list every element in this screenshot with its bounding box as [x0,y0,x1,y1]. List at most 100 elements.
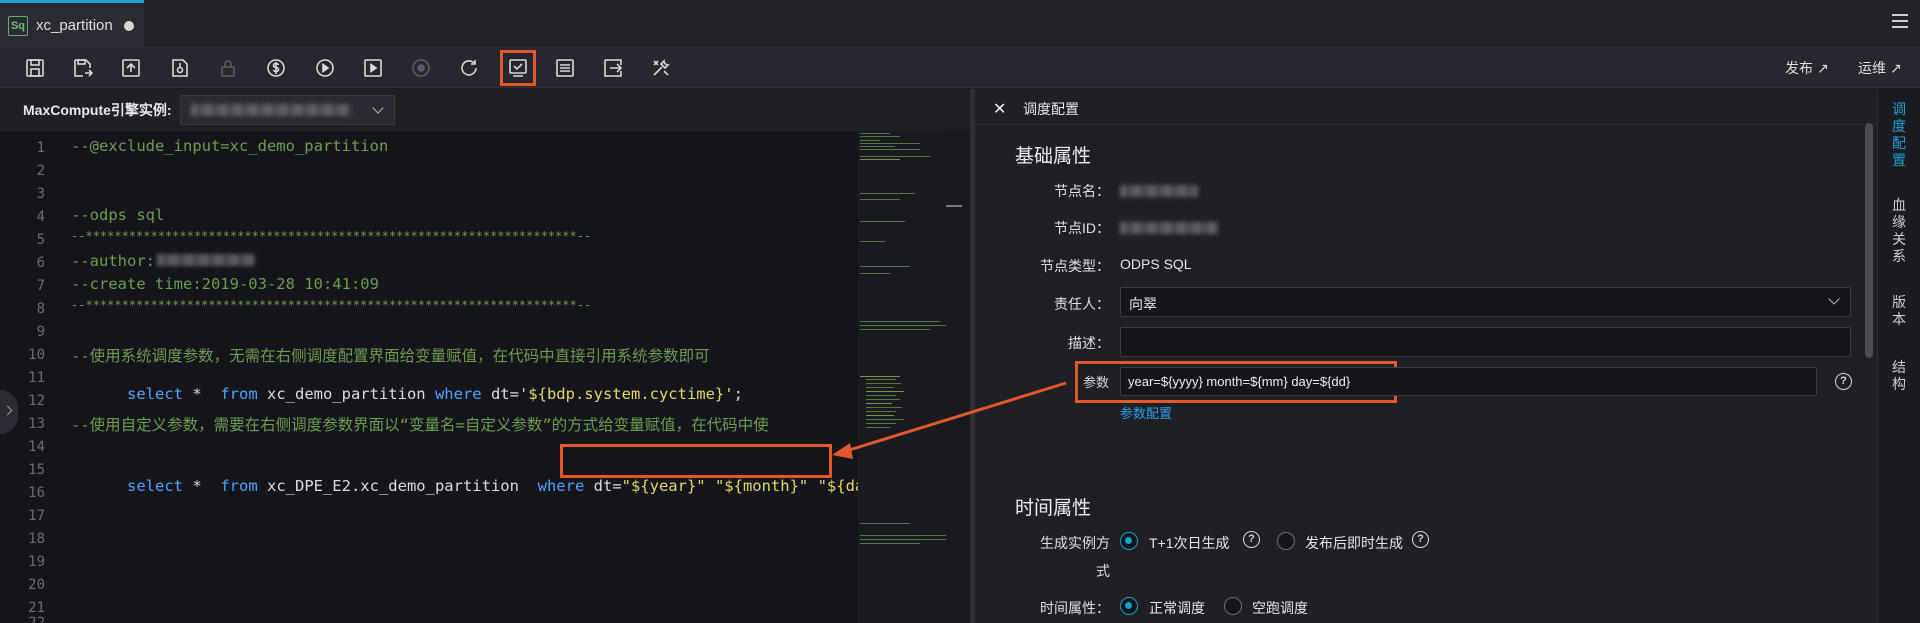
radio-immediate[interactable] [1277,532,1295,550]
ops-button[interactable]: 运维 ↗ [1858,58,1902,78]
external-link-icon: ↗ [1817,59,1829,76]
owner-select[interactable]: 向翠 [1120,287,1851,317]
line-number: 20 [28,577,45,593]
unsaved-dot-icon[interactable] [123,20,134,31]
node-id-label: 节点ID： [1054,220,1110,236]
engine-bar: MaxCompute引擎实例: [0,89,970,131]
tab-bar: Sq xc_partition [0,0,1920,48]
schedule-config-icon[interactable] [500,50,536,86]
sql-file-icon: Sq [8,15,28,36]
reload-icon[interactable] [457,56,481,80]
publish-button[interactable]: 发布 ↗ [1785,58,1829,78]
help-icon[interactable]: ? [1835,373,1852,390]
side-tab-version[interactable]: 版本 [1890,294,1908,328]
tools-icon[interactable] [649,56,673,80]
minimap[interactable] [858,131,946,623]
description-input[interactable] [1120,327,1851,357]
radio-dry-run[interactable] [1224,597,1242,615]
run-icon[interactable] [313,56,337,80]
immediate-label: 发布后即时生成 [1305,535,1403,551]
line-number: 7 [36,278,45,294]
time-section-title: 时间属性 [1015,498,1092,519]
time-attr-label: 时间属性： [1040,600,1110,616]
instance-gen-label: 生成实例方 [1040,535,1110,551]
file-tab[interactable]: Sq xc_partition [0,0,144,48]
code-line-1: --@exclude_input=xc_demo_partition [71,137,389,155]
chevron-down-icon [1828,293,1840,305]
toolbar: 发布 ↗ 运维 ↗ [0,48,1920,88]
code-line-6: --author: [71,252,255,270]
line-number: 10 [28,347,45,363]
panel-scrollbar[interactable] [1865,123,1873,358]
sql-text: dt= [584,477,622,495]
panel-title: 调度配置 [1023,101,1079,117]
save-icon[interactable] [23,56,47,80]
line-number: 18 [28,531,45,547]
close-icon[interactable]: ✕ [993,99,1006,119]
line-number: 2 [36,163,45,179]
save-as-icon[interactable] [71,56,95,80]
param-label: 参数 [1083,375,1110,390]
format-icon[interactable] [553,56,577,80]
line-number: 14 [28,439,45,455]
help-icon[interactable]: ? [1243,531,1260,548]
line-number: 4 [36,209,45,225]
side-tabs: 调度配置 血缘关系 版本 结构 [1877,89,1920,623]
basic-section-title: 基础属性 [1015,146,1092,167]
node-type-label: 节点类型： [1040,258,1110,274]
publish-label: 发布 [1785,60,1813,76]
menu-icon[interactable] [1892,14,1908,28]
description-label: 描述： [1068,335,1110,351]
sql-keyword: from [220,385,258,403]
engine-instance-select[interactable] [180,95,395,125]
engine-label: MaxCompute引擎实例: [23,102,172,118]
owner-value: 向翠 [1129,296,1157,312]
sql-keyword: select [127,385,183,403]
line-number: 1 [36,140,45,156]
code-editor[interactable]: 1 2 3 4 5 6 7 8 9 10 11 12 13 14 15 16 1… [0,131,970,623]
instance-gen-label-cont: 式 [1096,563,1110,579]
side-tab-schedule-config[interactable]: 调度配置 [1890,101,1908,169]
line-number: 19 [28,554,45,570]
help-icon[interactable]: ? [1412,531,1429,548]
editor-scrollbar[interactable] [946,131,970,623]
line-number: 15 [28,462,45,478]
submit-icon[interactable] [119,56,143,80]
sql-text: * [183,385,221,403]
sql-text: * [183,477,221,495]
sql-keyword: where [537,477,585,495]
sql-text: xc_demo_partition [257,385,435,403]
sql-text: xc_DPE_E2.xc_demo_partition [257,477,538,495]
external-link-icon: ↗ [1890,59,1902,76]
line-number: 11 [28,370,45,386]
radio-normal-schedule[interactable] [1120,597,1138,615]
chevron-down-icon [372,102,384,114]
file-tab-label: xc_partition [36,17,113,34]
author-prefix: --author: [71,252,155,270]
radio-t1-next-day[interactable] [1120,532,1138,550]
normal-schedule-label: 正常调度 [1149,600,1205,616]
ops-label: 运维 [1858,60,1886,76]
side-tab-structure[interactable]: 结构 [1890,359,1908,393]
panel-header: ✕ 调度配置 [975,89,1877,125]
publish-node-icon[interactable] [601,56,625,80]
cost-estimate-icon[interactable] [264,56,288,80]
line-number: 16 [28,485,45,501]
line-number: 22 [28,615,45,623]
code-line-10: --使用系统调度参数，无需在右侧调度配置界面给变量赋值，在代码中直接引用系统参数… [71,347,710,365]
param-config-link[interactable]: 参数配置 [1120,403,1172,422]
line-number: 5 [36,232,45,248]
code-line-4: --odps sql [71,206,165,224]
schedule-config-panel: ✕ 调度配置 基础属性 节点名： 节点ID： 节点类型： ODPS SQL 责任… [975,89,1877,623]
line-number: 8 [36,301,45,317]
line-number-gutter: 1 2 3 4 5 6 7 8 9 10 11 12 13 14 15 16 1… [0,131,70,623]
node-type-value: ODPS SQL [1120,256,1192,272]
sql-string: '${bdp.system.cyctime}' [518,385,734,403]
side-tab-lineage[interactable]: 血缘关系 [1890,197,1908,265]
run-with-params-icon[interactable] [361,56,385,80]
sql-keyword: from [220,477,258,495]
redacted-node-id [1120,222,1218,234]
steal-lock-icon[interactable] [168,56,192,80]
param-input[interactable]: year=${yyyy} month=${mm} day=${dd} [1120,367,1817,396]
line-number: 3 [36,186,45,202]
